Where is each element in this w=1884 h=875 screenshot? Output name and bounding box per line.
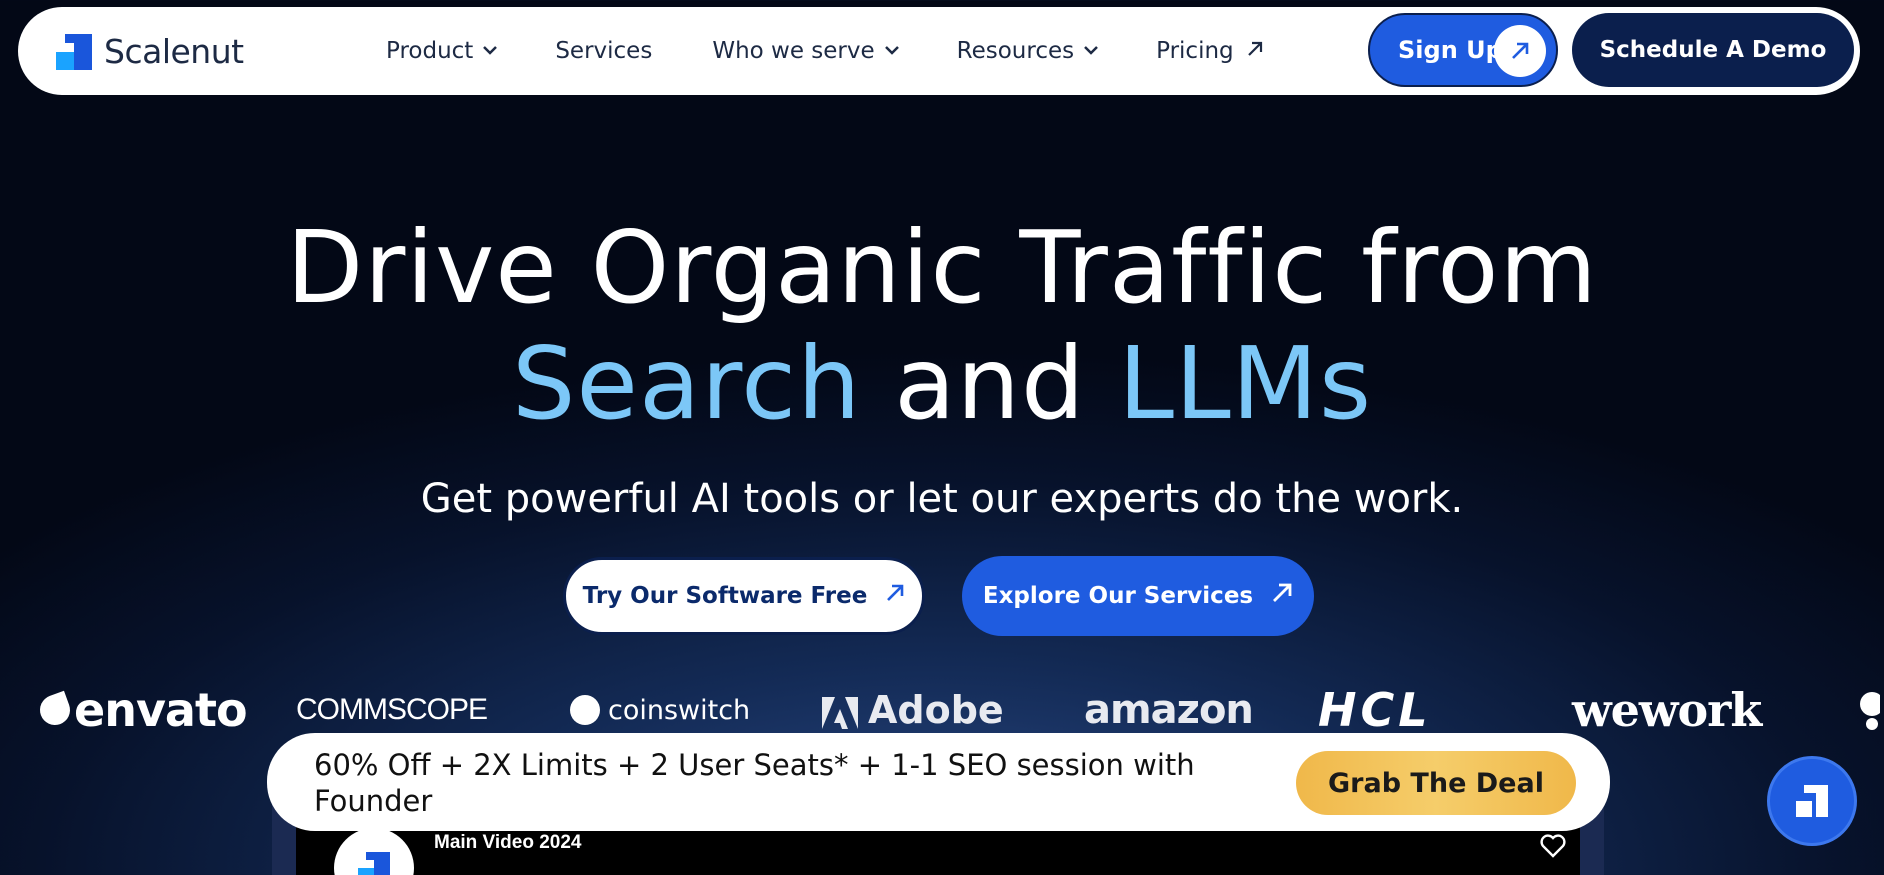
video-channel-avatar	[334, 828, 414, 875]
logo-text: Scalenut	[104, 32, 244, 71]
envato-logo: envato	[35, 680, 248, 740]
try-software-free-button[interactable]: Try Our Software Free	[563, 557, 925, 635]
nav-item-resources[interactable]: Resources	[956, 38, 1099, 64]
nav-item-label: Product	[386, 38, 474, 64]
video-title: Main Video 2024	[434, 832, 582, 853]
nav-item-label: Pricing	[1156, 38, 1234, 64]
nav-item-services[interactable]: Services	[555, 38, 652, 64]
hero-subtitle: Get powerful AI tools or let our experts…	[420, 476, 1464, 522]
adobe-mark-icon	[822, 694, 858, 729]
hero-highlight-llms: LLMs	[1118, 325, 1373, 442]
wework-logo: wework	[1572, 680, 1762, 740]
amazon-logo: amazon	[1084, 680, 1254, 740]
amazon-wordmark: amazon	[1084, 687, 1254, 733]
hcl-logo: HCL	[1318, 680, 1432, 740]
customer-logos-strip: envato COMMSCOPE coinswitch Adobe amazon…	[0, 680, 1884, 740]
envato-wordmark: envato	[74, 683, 248, 737]
scalenut-logo[interactable]: Scalenut	[56, 32, 244, 71]
coinswitch-logo: coinswitch	[570, 680, 750, 740]
hero-highlight-search: Search	[511, 325, 862, 442]
envato-leaf-icon	[35, 690, 75, 730]
try-software-label: Try Our Software Free	[582, 583, 868, 609]
hero-title-and: and	[861, 325, 1119, 442]
main-menu: Product Services Who we serve Resources …	[386, 7, 1324, 95]
arrow-up-right-icon	[885, 583, 905, 609]
hero-title: Drive Organic Traffic from Search and LL…	[0, 210, 1884, 442]
nav-item-pricing[interactable]: Pricing	[1156, 38, 1264, 64]
explore-services-label: Explore Our Services	[982, 583, 1254, 609]
coinswitch-wordmark: coinswitch	[608, 694, 751, 726]
nav-item-product[interactable]: Product	[386, 38, 498, 64]
top-navbar: Scalenut Product Services Who we serve R…	[18, 7, 1860, 95]
hcl-wordmark: HCL	[1318, 683, 1432, 737]
sign-up-button[interactable]: Sign Up	[1368, 13, 1558, 87]
nav-item-who-we-serve[interactable]: Who we serve	[712, 38, 899, 64]
nav-item-label: Who we serve	[712, 38, 875, 64]
promo-banner: 60% Off + 2X Limits + 2 User Seats* + 1-…	[267, 733, 1610, 831]
arrow-up-right-icon	[1494, 25, 1546, 77]
wework-wordmark: wework	[1572, 683, 1762, 737]
sign-up-label: Sign Up	[1398, 36, 1503, 64]
arrow-up-right-icon	[1271, 582, 1293, 610]
heart-icon[interactable]	[1540, 834, 1566, 862]
grab-the-deal-button[interactable]: Grab The Deal	[1296, 751, 1576, 815]
adobe-logo: Adobe	[822, 680, 1004, 740]
hero-title-line1: Drive Organic Traffic from	[286, 209, 1598, 326]
chevron-down-icon	[483, 45, 498, 57]
scalenut-logo-icon	[56, 33, 92, 70]
coinswitch-mark-icon	[570, 695, 600, 725]
promo-text: 60% Off + 2X Limits + 2 User Seats* + 1-…	[314, 748, 1195, 818]
grab-the-deal-label: Grab The Deal	[1328, 767, 1544, 799]
arrow-up-right-icon	[1246, 38, 1264, 64]
scalenut-chat-icon[interactable]	[1767, 756, 1857, 846]
adobe-wordmark: Adobe	[868, 688, 1004, 732]
hero-title-line2: Search and LLMs	[0, 326, 1884, 442]
chevron-down-icon	[884, 45, 899, 57]
scalenut-logo-icon	[358, 852, 390, 875]
nav-item-label: Services	[555, 38, 653, 64]
nav-item-label: Resources	[956, 38, 1075, 64]
schedule-demo-label: Schedule A Demo	[1599, 37, 1827, 63]
chevron-down-icon	[1084, 45, 1099, 57]
explore-services-button[interactable]: Explore Our Services	[962, 556, 1314, 636]
commscope-wordmark: COMMSCOPE	[296, 693, 488, 726]
next-logo-partial	[1850, 680, 1880, 740]
schedule-demo-button[interactable]: Schedule A Demo	[1572, 13, 1854, 87]
commscope-logo: COMMSCOPE	[296, 680, 488, 740]
